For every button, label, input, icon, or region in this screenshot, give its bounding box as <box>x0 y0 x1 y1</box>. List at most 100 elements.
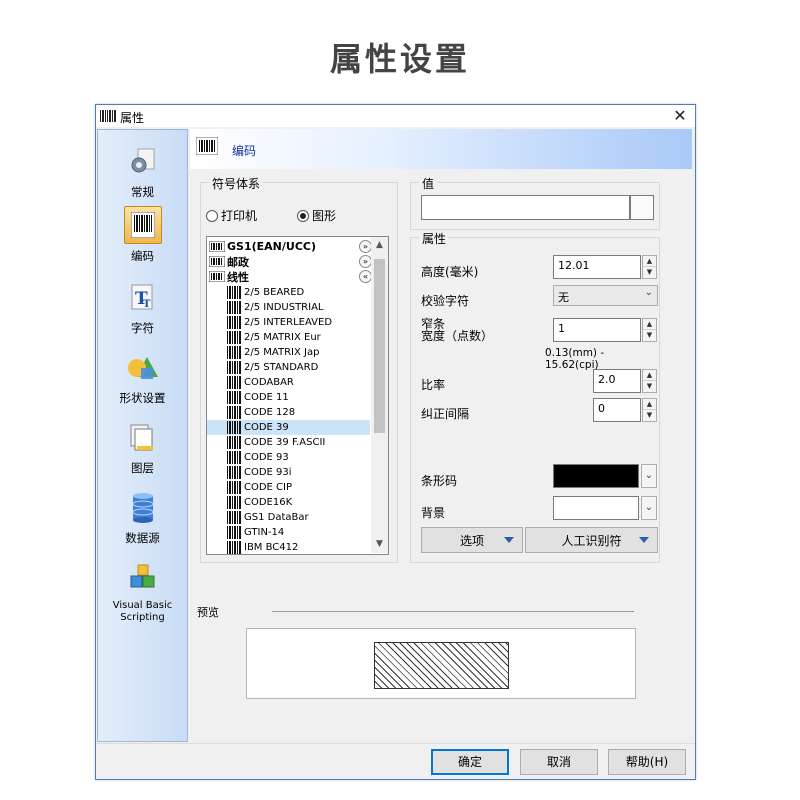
list-item-label: 2/5 INTERLEAVED <box>244 317 333 328</box>
ratio-stepper[interactable]: ▲ ▼ <box>642 369 657 393</box>
barcode-icon <box>123 206 162 244</box>
correction-stepper[interactable]: ▲ ▼ <box>642 398 657 422</box>
barcode-color-label: 条形码 <box>421 474 458 488</box>
radio-graphic-dot[interactable] <box>297 209 309 222</box>
list-item-label: CODE 93 <box>244 452 289 463</box>
chevron-down-icon[interactable]: ⌄ <box>641 496 657 520</box>
ok-button[interactable]: 确定 <box>431 749 509 775</box>
sidebar-item-encoding[interactable]: 编码 <box>98 206 187 264</box>
barcode-app-icon <box>100 110 116 122</box>
vb-script-icon <box>125 560 161 596</box>
symbology-list-item[interactable]: CODE 93 <box>227 450 370 465</box>
category-label: 线性 <box>227 270 249 284</box>
background-color-swatch[interactable] <box>553 496 639 520</box>
list-item-label: CODE 39 <box>244 422 289 433</box>
barcode-preview-placeholder <box>374 642 509 689</box>
symbology-list-item[interactable]: CODE16K <box>227 495 370 510</box>
barcode-icon <box>227 481 241 494</box>
symbology-list-item[interactable]: GS1 DataBar <box>227 510 370 525</box>
symbology-list-item[interactable]: CODE 39 F.ASCII <box>227 435 370 450</box>
symbology-list-item[interactable]: GTIN-14 <box>227 525 370 540</box>
value-input[interactable] <box>421 195 630 220</box>
correction-input[interactable]: 0 <box>593 398 641 422</box>
check-char-select[interactable]: 无 ⌄ <box>553 285 658 306</box>
ratio-label: 比率 <box>421 378 446 392</box>
symbology-list-item[interactable]: CODE 11 <box>227 390 370 405</box>
scroll-down-icon[interactable]: ▼ <box>371 536 388 553</box>
symbology-group-title: 符号体系 <box>209 175 264 192</box>
chevron-down-icon[interactable]: ⌄ <box>641 464 657 488</box>
close-icon[interactable]: ✕ <box>669 106 691 126</box>
symbology-list-item[interactable]: CODABAR <box>227 375 370 390</box>
symbology-list-item[interactable]: CODE 128 <box>227 405 370 420</box>
symbology-group: 符号体系 打印机 图形 GS1(EAN/UCC)» 邮政» 线性 « 2/5 BEAR… <box>200 175 398 563</box>
background-color-label: 背景 <box>421 506 446 520</box>
barcode-color-swatch[interactable] <box>553 464 639 488</box>
barcode-icon <box>227 496 241 509</box>
list-item-label: CODE 39 F.ASCII <box>244 437 326 448</box>
page-heading: 属性设置 <box>329 40 470 78</box>
symbology-list-item[interactable]: CODE 39 <box>207 420 370 435</box>
sidebar-item-layers[interactable]: 图层 <box>98 420 187 476</box>
list-item-label: CODE16K <box>244 497 293 508</box>
layers-icon <box>125 420 161 456</box>
window-title: 属性 <box>120 111 145 125</box>
options-button[interactable]: 选项 <box>421 527 523 553</box>
sidebar-item-character[interactable]: T T 字符 <box>98 280 187 336</box>
symbology-category[interactable]: GS1(EAN/UCC)» <box>209 239 372 254</box>
value-group-title: 值 <box>419 175 438 192</box>
height-stepper[interactable]: ▲ ▼ <box>642 255 657 279</box>
help-button[interactable]: 帮助(H) <box>608 749 686 775</box>
symbology-list-item[interactable]: 2/5 MATRIX Eur <box>227 330 370 345</box>
title-bar[interactable]: 属性 ✕ <box>96 105 695 127</box>
symbology-list-item[interactable]: CODE CIP <box>227 480 370 495</box>
symbology-list[interactable]: GS1(EAN/UCC)» 邮政» 线性 « 2/5 BEARED 2/5 INDUST… <box>206 236 389 555</box>
sidebar-item-general[interactable]: 常规 <box>98 144 187 200</box>
barcode-icon <box>227 421 241 434</box>
barcode-icon <box>209 256 225 267</box>
height-input[interactable]: 12.01 <box>553 255 641 279</box>
barcode-icon <box>227 376 241 389</box>
symbology-list-item[interactable]: 2/5 STANDARD <box>227 360 370 375</box>
barcode-icon <box>227 541 241 554</box>
category-label: GS1(EAN/UCC) <box>227 240 316 253</box>
sidebar-item-shape-settings[interactable]: 形状设置 <box>98 350 187 406</box>
narrow-bar-input[interactable]: 1 <box>553 318 641 342</box>
symbology-list-item[interactable]: CODE 93i <box>227 465 370 480</box>
list-item-label: CODE CIP <box>244 482 293 493</box>
barcode-icon <box>227 286 241 299</box>
radio-printer-dot[interactable] <box>206 209 218 222</box>
sidebar-item-visual-basic-scripting[interactable]: Visual Basic Scripting <box>98 560 187 624</box>
check-char-label: 校验字符 <box>421 294 470 308</box>
symbology-list-item[interactable]: 2/5 MATRIX Jap <box>227 345 370 360</box>
list-scrollbar[interactable]: ▲ ▼ <box>371 237 388 553</box>
category-label: 邮政 <box>227 255 249 269</box>
narrow-bar-width-label: 宽度（点数） <box>421 329 494 343</box>
barcode-icon <box>227 466 241 479</box>
list-item-label: GS1 DataBar <box>244 512 309 523</box>
symbology-list-item[interactable]: 2/5 BEARED <box>227 285 370 300</box>
human-readable-button[interactable]: 人工识别符 <box>525 527 658 553</box>
radio-printer[interactable]: 打印机 <box>206 207 257 224</box>
barcode-icon <box>227 361 241 374</box>
scroll-up-icon[interactable]: ▲ <box>371 237 388 254</box>
sidebar-item-data-source[interactable]: 数据源 <box>98 490 187 546</box>
list-item-label: CODE 11 <box>244 392 289 403</box>
narrow-bar-stepper[interactable]: ▲ ▼ <box>642 318 657 342</box>
symbology-list-item[interactable]: IBM BC412 <box>227 540 370 554</box>
value-browse-button[interactable] <box>630 195 654 220</box>
ratio-input[interactable]: 2.0 <box>593 369 641 393</box>
scroll-thumb[interactable] <box>374 259 385 433</box>
database-icon <box>125 490 161 526</box>
symbology-list-item[interactable]: 2/5 INDUSTRIAL <box>227 300 370 315</box>
properties-group: 属性 高度(毫米) 12.01 ▲ ▼ 校验字符 无 ⌄ 窄条 宽度（点数） 1 … <box>410 230 660 563</box>
preview-label: 预览 <box>197 606 219 619</box>
cancel-button[interactable]: 取消 <box>520 749 598 775</box>
symbology-list-item[interactable]: 2/5 INTERLEAVED <box>227 315 370 330</box>
barcode-icon <box>227 436 241 449</box>
barcode-icon <box>196 137 218 155</box>
symbology-category[interactable]: 邮政» <box>209 254 372 269</box>
radio-graphic[interactable]: 图形 <box>297 207 336 224</box>
list-item-label: 2/5 MATRIX Eur <box>244 332 321 343</box>
symbology-category[interactable]: 线性 « <box>209 269 372 284</box>
